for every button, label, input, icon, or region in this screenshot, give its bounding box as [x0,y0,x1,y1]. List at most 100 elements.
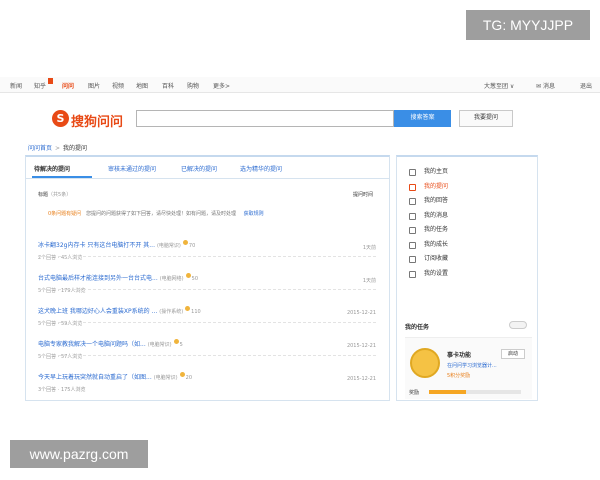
nav-item-wenwen[interactable]: 问问 [62,81,74,90]
nav-item-video[interactable]: 视频 [112,81,124,90]
task-reward: 5积分奖励 [447,373,471,379]
nav-item-zhihu[interactable]: 知乎 [34,81,46,90]
my-tasks-title: 我的任务 [405,324,430,331]
sidebar-item-growth[interactable]: 我的成长 [397,238,537,253]
list-divider [38,256,376,257]
question-title[interactable]: 电脑专家教我解决一个电脑问题吗（如... [38,341,146,348]
nav-item-baike[interactable]: 百科 [162,81,174,90]
questions-panel: 待解决的提问 审核未通过的提问 已解决的提问 选为精华的提问 标题（共5条） 提… [25,155,390,401]
coin-icon [173,339,179,344]
sidebar-item-label: 我的设置 [424,269,449,277]
list-divider [38,322,376,323]
nav-item-shopping[interactable]: 购物 [187,81,199,90]
coin-icon [185,306,191,311]
sidebar-item-my-questions[interactable]: 我的提问 [397,180,537,195]
list-item: 这犬晚上班 我哪边好心人会重装XP系统的 ... (操作系统) 110 5个回答 ·… [38,298,376,327]
question-category: (电脑常识) [147,342,172,348]
user-menu[interactable]: 大葱至团 ∨ [484,81,514,90]
tab-pending[interactable]: 待解决的提问 [34,164,70,173]
search-input[interactable] [136,110,394,127]
task-icon [409,227,416,234]
coin-icon [185,273,191,278]
question-title[interactable]: 冰卡翻32g内存卡 只有这台电脑打不开 其... [38,242,155,249]
question-date: 1天前 [362,278,376,284]
question-date: 1天前 [362,245,376,251]
list-head-time: 提问时间 [352,192,373,198]
sidebar-item-label: 我的任务 [424,226,449,233]
top-nav: 新闻 知乎 问问 图片 视频 地图 百科 购物 更多> 大葱至团 ∨ ✉ 消息 … [0,77,600,93]
list-head-title: 标题 [38,192,49,198]
list-head-count: （共5条） [48,192,72,198]
breadcrumb: 问问首页 > 我的提问 [28,143,87,152]
sidebar-item-messages[interactable]: 我的消息 [397,209,537,224]
search-answers-button[interactable]: 搜索答案 [394,110,451,127]
tab-featured[interactable]: 选为精华的提问 [240,164,282,173]
sidebar-item-favorites[interactable]: 订阅收藏 [397,252,537,267]
subscribe-icon [409,256,416,263]
nav-item-images[interactable]: 图片 [88,81,100,90]
nav-item-more[interactable]: 更多> [213,81,230,90]
question-date: 2015-12-21 [346,310,376,316]
task-description[interactable]: 在问问学习浏览器计... [447,362,497,369]
sidebar-item-tasks[interactable]: 我的任务 [397,223,537,238]
gear-icon [409,270,416,278]
question-icon [409,183,416,191]
notice-text: 您提问的问题获得了如下回答，请尽快处理！如有问题，请及时处理 [85,211,236,217]
question-reward: 50 [191,276,199,282]
sidebar-item-label: 我的提问 [424,182,449,190]
notice-warning: 0条问题有疑问 [48,211,82,217]
list-item: 台式电脑最后样才能连接到另外一台台式电... (电脑网络) 50 5个回答 · 17… [38,265,376,294]
sidebar-item-label: 我的主页 [424,168,449,175]
list-item: 电脑专家教我解决一个电脑问题吗（如... (电脑常识) 5 5个回答 · 57人浏览… [38,331,376,360]
task-start-button[interactable]: 启动 [501,349,525,359]
messages-label: 消息 [542,83,555,90]
watermark-bottom-text: www.pazrg.com [10,440,148,468]
list-divider [38,355,376,356]
breadcrumb-current: 我的提问 [63,145,88,152]
site-logo-text[interactable]: 搜狗问问 [71,111,123,130]
tab-resolved[interactable]: 已解决的提问 [181,164,217,173]
task-reward-label: 奖励 [409,390,420,396]
question-date: 2015-12-21 [346,343,376,349]
sidebar-item-label: 我的成长 [424,240,449,248]
question-category: (电脑常识) [153,375,178,381]
question-reward: 20 [185,375,193,381]
tasks-toggle[interactable] [509,321,527,329]
nav-item-map[interactable]: 地图 [136,81,148,90]
sidebar-menu: 我的主页 我的提问 我的回答 我的消息 我的任务 我的成长 订阅收藏 我的设置 [397,165,537,281]
watermark-top-text: TG: MYYJJPP [466,10,590,40]
logout-link[interactable]: 退出 [580,81,592,90]
question-date: 2015-12-21 [346,376,376,382]
coin-icon [182,240,188,245]
notice-rule-link[interactable]: 获取规则 [244,211,264,217]
question-title[interactable]: 台式电脑最后样才能连接到另外一台台式电... [38,275,158,282]
question-category: (操作系统) [159,309,184,315]
question-category: (电脑常识) [156,243,181,249]
tab-rejected[interactable]: 审核未通过的提问 [108,164,156,173]
task-progress-bar [429,390,521,394]
ask-question-button[interactable]: 我要提问 [459,110,513,127]
task-progress-fill [429,390,466,394]
sogou-logo-icon[interactable]: S [52,110,69,127]
question-meta: 3个回答 · 175人浏览 [38,387,86,393]
question-title[interactable]: 今天早上玩着玩突然就自动重启了（如图... [38,374,152,381]
question-category: (电脑网络) [159,276,184,282]
task-avatar-icon [410,348,440,378]
list-header: 标题（共5条） 提问时间 [38,191,373,198]
question-reward: 70 [188,243,196,249]
home-icon [409,169,416,176]
sidebar-item-settings[interactable]: 我的设置 [397,267,537,282]
notice-bar: 0条问题有疑问 您提问的问题获得了如下回答，请尽快处理！如有问题，请及时处理 获… [48,210,368,217]
list-item: 冰卡翻32g内存卡 只有这台电脑打不开 其... (电脑常识) 70 2个回答 · … [38,232,376,261]
nav-item-news[interactable]: 新闻 [10,81,22,90]
sidebar-item-my-answers[interactable]: 我的回答 [397,194,537,209]
breadcrumb-home[interactable]: 问问首页 [28,145,52,152]
active-tab-indicator [32,176,92,178]
messages-link[interactable]: ✉ 消息 [536,81,555,90]
list-item: 今天早上玩着玩突然就自动重启了（如图... (电脑常识) 20 3个回答 · 175… [38,364,376,393]
user-sidebar: 我的主页 我的提问 我的回答 我的消息 我的任务 我的成长 订阅收藏 我的设置 … [396,155,538,401]
sidebar-item-home[interactable]: 我的主页 [397,165,537,180]
question-title[interactable]: 这犬晚上班 我哪边好心人会重装XP系统的 ... [38,308,157,315]
growth-icon [409,241,416,249]
breadcrumb-separator: > [55,145,61,152]
